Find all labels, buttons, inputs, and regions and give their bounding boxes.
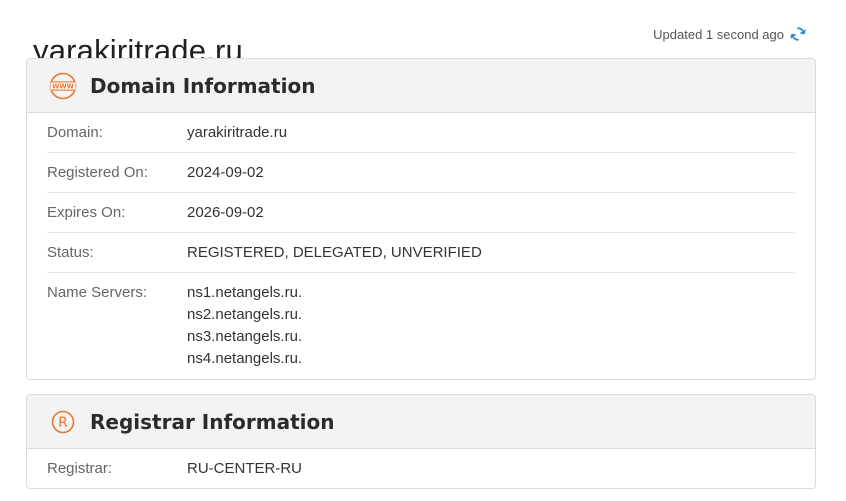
- registered-on-label: Registered On:: [47, 163, 148, 181]
- domain-information-title: Domain Information: [90, 73, 316, 98]
- domain-information-card: WWW Domain Information Domain: yarakirit…: [26, 58, 816, 380]
- expires-on-row: Expires On: 2026-09-02: [47, 193, 795, 233]
- status-value: REGISTERED, DELEGATED, UNVERIFIED: [187, 243, 482, 261]
- status-row: Status: REGISTERED, DELEGATED, UNVERIFIE…: [47, 233, 795, 273]
- registrar-information-title: Registrar Information: [90, 409, 335, 434]
- registered-on-value: 2024-09-02: [187, 163, 264, 181]
- registrar-value: RU-CENTER-RU: [187, 459, 302, 477]
- name-servers-label: Name Servers:: [47, 284, 148, 301]
- expires-on-value: 2026-09-02: [187, 203, 264, 221]
- name-server-item: ns4.netangels.ru.: [187, 350, 303, 367]
- registered-on-row: Registered On: 2024-09-02: [47, 153, 795, 193]
- registrar-row: Registrar: RU-CENTER-RU: [47, 449, 795, 488]
- svg-text:WWW: WWW: [52, 82, 75, 90]
- status-label: Status:: [47, 243, 94, 261]
- name-servers-row: Name Servers: ns1.netangels.ru. ns2.neta…: [47, 273, 795, 379]
- registrar-information-header: R Registrar Information: [27, 395, 815, 449]
- domain-row: Domain: yarakiritrade.ru: [47, 113, 795, 153]
- www-icon: WWW: [49, 72, 77, 100]
- update-status[interactable]: Updated 1 second ago: [653, 26, 806, 42]
- name-server-item: ns3.netangels.ru.: [187, 328, 303, 345]
- domain-information-header: WWW Domain Information: [27, 59, 815, 113]
- name-servers-list: ns1.netangels.ru. ns2.netangels.ru. ns3.…: [187, 282, 302, 379]
- name-server-item: ns2.netangels.ru.: [187, 306, 303, 323]
- name-server-item: ns1.netangels.ru.: [187, 284, 303, 301]
- registrar-information-card: R Registrar Information Registrar: RU-CE…: [26, 394, 816, 489]
- registrar-label: Registrar:: [47, 459, 113, 477]
- svg-text:R: R: [58, 415, 68, 431]
- expires-on-label: Expires On:: [47, 203, 126, 221]
- domain-value: yarakiritrade.ru: [187, 123, 288, 141]
- registered-icon: R: [49, 408, 77, 436]
- refresh-icon[interactable]: [790, 26, 806, 42]
- updated-text: Updated 1 second ago: [653, 26, 784, 42]
- domain-label: Domain:: [47, 123, 103, 141]
